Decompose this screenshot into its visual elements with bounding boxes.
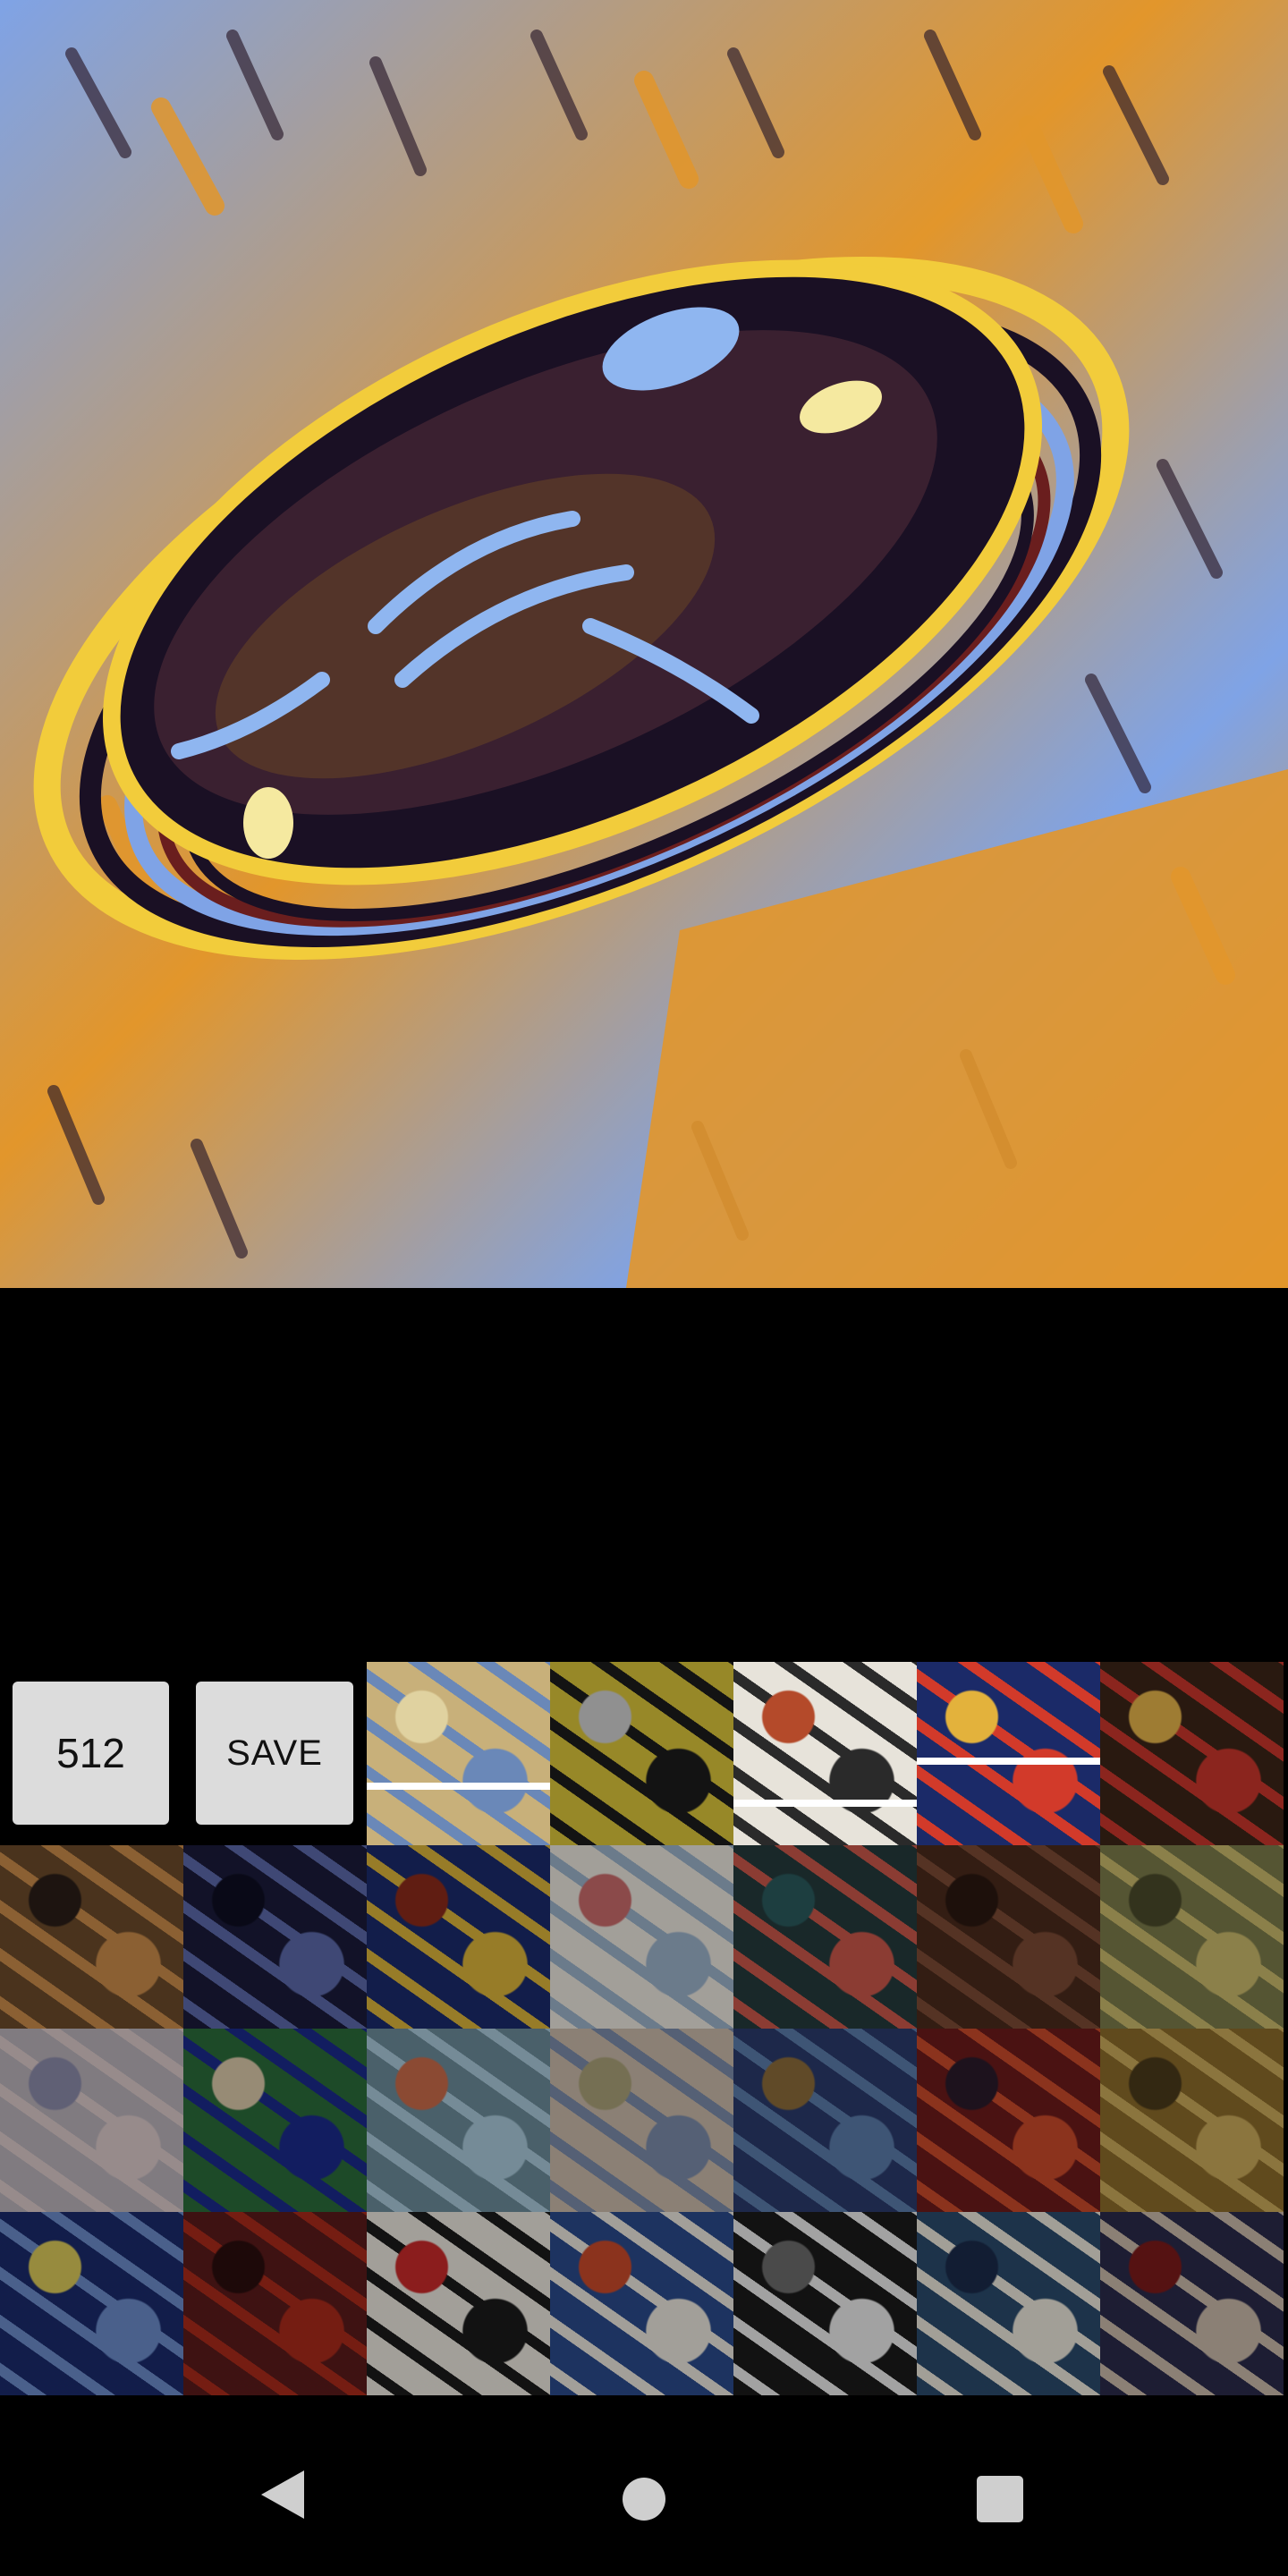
style-thumbnail-16[interactable] xyxy=(550,2029,733,2212)
image-size-button[interactable]: 512 xyxy=(13,1682,169,1825)
save-button[interactable]: SAVE xyxy=(196,1682,353,1825)
preview-artwork xyxy=(0,0,1288,1288)
thumbnail-dim-overlay xyxy=(0,1845,183,2029)
thumbnail-dim-overlay xyxy=(367,2212,550,2395)
thumbnail-dim-overlay xyxy=(733,2212,917,2395)
thumbnail-dim-overlay xyxy=(1100,1662,1284,1845)
style-thumbnail-7[interactable] xyxy=(183,1845,367,2029)
thumbnail-dim-overlay xyxy=(1100,2029,1284,2212)
thumbnail-dim-overlay xyxy=(183,1845,367,2029)
recents-icon[interactable] xyxy=(977,2476,1023,2522)
style-thumbnail-9[interactable] xyxy=(550,1845,733,2029)
thumbnail-dim-overlay xyxy=(0,2212,183,2395)
style-thumbnail-19[interactable] xyxy=(1100,2029,1284,2212)
style-weight-indicator xyxy=(917,1758,1100,1765)
style-thumbnail-12[interactable] xyxy=(1100,1845,1284,2029)
style-thumbnail-8[interactable] xyxy=(367,1845,550,2029)
style-thumbnail-20[interactable] xyxy=(0,2212,183,2395)
style-thumbnail-22[interactable] xyxy=(367,2212,550,2395)
thumbnail-dim-overlay xyxy=(917,2212,1100,2395)
stylized-preview-image xyxy=(0,0,1288,1288)
thumbnail-dim-overlay xyxy=(367,1845,550,2029)
style-thumbnail-17[interactable] xyxy=(733,2029,917,2212)
thumbnail-dim-overlay xyxy=(183,2029,367,2212)
home-icon[interactable] xyxy=(623,2478,665,2521)
back-icon[interactable] xyxy=(261,2470,304,2519)
thumbnail-dim-overlay xyxy=(1100,2212,1284,2395)
style-thumbnail-6[interactable] xyxy=(0,1845,183,2029)
thumbnail-dim-overlay xyxy=(550,1845,733,2029)
thumbnail-dim-overlay xyxy=(917,2029,1100,2212)
style-thumbnail-26[interactable] xyxy=(1100,2212,1284,2395)
thumbnail-dim-overlay xyxy=(0,2029,183,2212)
thumbnail-dim-overlay xyxy=(917,1845,1100,2029)
thumbnail-dim-overlay xyxy=(733,1845,917,2029)
style-thumbnail-2[interactable] xyxy=(550,1662,733,1845)
thumbnail-dim-overlay xyxy=(1100,1845,1284,2029)
style-thumbnail-25[interactable] xyxy=(917,2212,1100,2395)
style-thumbnail-11[interactable] xyxy=(917,1845,1100,2029)
style-thumbnail-3[interactable] xyxy=(733,1662,917,1845)
style-thumbnail-5[interactable] xyxy=(1100,1662,1284,1845)
thumbnail-dim-overlay xyxy=(183,2212,367,2395)
thumbnail-dim-overlay xyxy=(550,2212,733,2395)
style-thumbnail-4[interactable] xyxy=(917,1662,1100,1845)
style-thumbnail-23[interactable] xyxy=(550,2212,733,2395)
style-thumbnail-13[interactable] xyxy=(0,2029,183,2212)
style-thumbnail-21[interactable] xyxy=(183,2212,367,2395)
thumbnail-dim-overlay xyxy=(733,2029,917,2212)
style-thumbnail-18[interactable] xyxy=(917,2029,1100,2212)
style-thumbnail-10[interactable] xyxy=(733,1845,917,2029)
style-thumbnail-24[interactable] xyxy=(733,2212,917,2395)
thumbnail-dim-overlay xyxy=(550,1662,733,1845)
style-weight-indicator xyxy=(733,1800,917,1807)
style-weight-indicator xyxy=(367,1783,550,1790)
style-thumbnail-14[interactable] xyxy=(183,2029,367,2212)
thumbnail-dim-overlay xyxy=(367,2029,550,2212)
style-thumbnail-15[interactable] xyxy=(367,2029,550,2212)
style-thumbnail-1[interactable] xyxy=(367,1662,550,1845)
thumbnail-dim-overlay xyxy=(550,2029,733,2212)
